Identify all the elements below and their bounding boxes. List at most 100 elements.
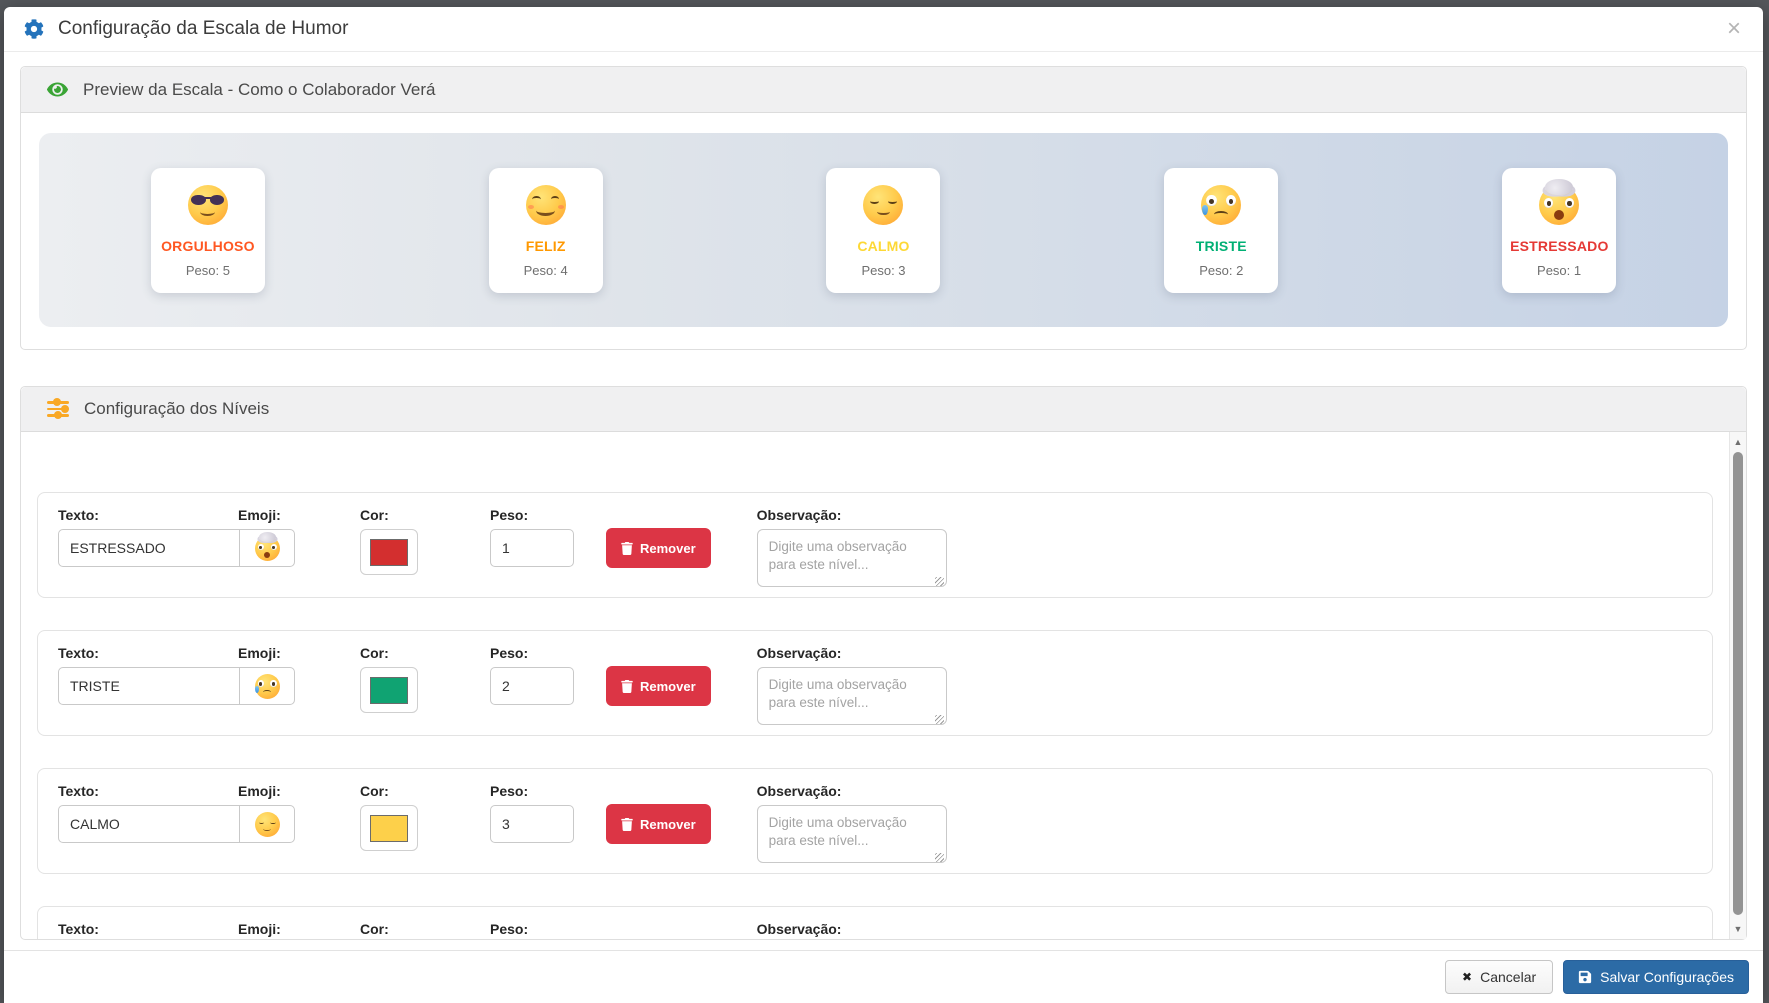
- mood-weight: Peso: 4: [497, 263, 595, 278]
- emoji-field-label: Emoji:: [238, 645, 281, 661]
- remove-level-button[interactable]: Remover: [606, 666, 711, 706]
- level-weight-input[interactable]: [490, 667, 574, 705]
- note-field-label: Observação:: [757, 645, 947, 661]
- mood-preview-card: ORGULHOSO Peso: 5: [151, 168, 265, 293]
- level-emoji-icon: [255, 674, 280, 699]
- color-field-label: Cor:: [360, 645, 418, 661]
- levels-section-title: Configuração dos Níveis: [84, 399, 269, 419]
- mood-label: ESTRESSADO: [1510, 238, 1608, 254]
- emoji-picker-button[interactable]: [239, 667, 295, 705]
- level-text-input[interactable]: [58, 529, 240, 567]
- color-picker-button[interactable]: [360, 529, 418, 575]
- scroll-down-icon[interactable]: ▼: [1730, 921, 1746, 937]
- modal-header: Configuração da Escala de Humor ×: [4, 7, 1763, 52]
- level-note-textarea[interactable]: [757, 667, 947, 725]
- color-picker-button[interactable]: [360, 667, 418, 713]
- levels-body: Texto: Emoji:: [21, 432, 1746, 939]
- preview-section-title: Preview da Escala - Como o Colaborador V…: [83, 80, 435, 100]
- emoji-field-label: Emoji:: [238, 783, 281, 799]
- mood-preview-card: ESTRESSADO Peso: 1: [1502, 168, 1616, 293]
- mood-preview-card: FELIZ Peso: 4: [489, 168, 603, 293]
- level-text-input[interactable]: [58, 805, 240, 843]
- mood-preview-card: CALMO Peso: 3: [826, 168, 940, 293]
- emoji-field-label: Emoji:: [238, 507, 281, 523]
- text-field-label: Texto:: [58, 645, 238, 661]
- text-field-label: Texto:: [58, 783, 238, 799]
- level-row: Texto: Emoji:: [37, 768, 1713, 874]
- mood-label: FELIZ: [497, 238, 595, 254]
- levels-section-header: Configuração dos Níveis: [21, 387, 1746, 432]
- level-row: Texto: Emoji:: [37, 492, 1713, 598]
- mood-emoji-icon: [188, 185, 228, 225]
- levels-scrollbar[interactable]: ▲ ▼: [1729, 432, 1746, 939]
- mood-weight: Peso: 1: [1510, 263, 1608, 278]
- level-text-input[interactable]: [58, 667, 240, 705]
- weight-field-label: Peso:: [490, 507, 574, 523]
- level-row: Texto: Emoji:: [37, 630, 1713, 736]
- color-field-label: Cor:: [360, 507, 418, 523]
- scroll-up-icon[interactable]: ▲: [1730, 434, 1746, 450]
- mood-weight: Peso: 2: [1172, 263, 1270, 278]
- remove-button-label: Remover: [640, 679, 696, 694]
- textarea-resize-handle[interactable]: [935, 853, 944, 862]
- level-weight-input[interactable]: [490, 529, 574, 567]
- trash-icon: [621, 818, 633, 831]
- mood-weight: Peso: 3: [834, 263, 932, 278]
- level-note-textarea[interactable]: [757, 805, 947, 863]
- remove-button-label: Remover: [640, 541, 696, 556]
- mood-emoji-icon: [863, 185, 903, 225]
- mood-emoji-icon: [526, 185, 566, 225]
- emoji-picker-button[interactable]: [239, 805, 295, 843]
- color-swatch: [370, 815, 408, 842]
- remove-level-button[interactable]: Remover: [606, 528, 711, 568]
- level-note-textarea[interactable]: [757, 529, 947, 587]
- modal-title: Configuração da Escala de Humor: [58, 18, 1711, 40]
- mood-emoji-icon: [1201, 185, 1241, 225]
- sliders-icon: [47, 400, 69, 418]
- floppy-save-icon: [1578, 970, 1592, 984]
- x-icon: ✖: [1462, 970, 1472, 984]
- levels-section: Configuração dos Níveis Texto: Emoji:: [20, 386, 1747, 940]
- modal-footer: ✖ Cancelar Salvar Configurações: [4, 950, 1763, 1003]
- color-swatch: [370, 677, 408, 704]
- textarea-resize-handle[interactable]: [935, 577, 944, 586]
- level-emoji-icon: [255, 812, 280, 837]
- cancel-button[interactable]: ✖ Cancelar: [1445, 960, 1553, 994]
- note-field-label: Observação:: [757, 921, 947, 937]
- remove-button-label: Remover: [640, 817, 696, 832]
- trash-icon: [621, 680, 633, 693]
- textarea-resize-handle[interactable]: [935, 715, 944, 724]
- save-button-label: Salvar Configurações: [1600, 969, 1734, 985]
- note-field-label: Observação:: [757, 507, 947, 523]
- preview-section-header: Preview da Escala - Como o Colaborador V…: [21, 67, 1746, 113]
- level-row: Texto: Emoji:: [37, 906, 1713, 939]
- mood-weight: Peso: 5: [159, 263, 257, 278]
- color-field-label: Cor:: [360, 921, 418, 937]
- close-icon[interactable]: ×: [1725, 17, 1743, 41]
- gear-icon: [24, 19, 44, 39]
- mood-preview-card: TRISTE Peso: 2: [1164, 168, 1278, 293]
- note-field-label: Observação:: [757, 783, 947, 799]
- scale-preview-strip: ORGULHOSO Peso: 5 FELIZ Peso: 4 CALMO: [39, 133, 1728, 327]
- mood-emoji-icon: [1539, 185, 1579, 225]
- emoji-picker-button[interactable]: [239, 529, 295, 567]
- text-field-label: Texto:: [58, 921, 238, 937]
- color-picker-button[interactable]: [360, 805, 418, 851]
- level-emoji-icon: [255, 536, 280, 561]
- color-field-label: Cor:: [360, 783, 418, 799]
- modal-body: Preview da Escala - Como o Colaborador V…: [4, 52, 1763, 950]
- text-field-label: Texto:: [58, 507, 238, 523]
- weight-field-label: Peso:: [490, 921, 574, 937]
- trash-icon: [621, 542, 633, 555]
- scrollbar-thumb[interactable]: [1733, 452, 1743, 915]
- cancel-button-label: Cancelar: [1480, 969, 1536, 985]
- remove-level-button[interactable]: Remover: [606, 804, 711, 844]
- weight-field-label: Peso:: [490, 645, 574, 661]
- mood-label: TRISTE: [1172, 238, 1270, 254]
- mood-scale-config-modal: Configuração da Escala de Humor × Previe…: [4, 7, 1763, 1003]
- eye-icon: [47, 79, 68, 100]
- save-configurations-button[interactable]: Salvar Configurações: [1563, 960, 1749, 994]
- level-weight-input[interactable]: [490, 805, 574, 843]
- emoji-field-label: Emoji:: [238, 921, 281, 937]
- color-swatch: [370, 539, 408, 566]
